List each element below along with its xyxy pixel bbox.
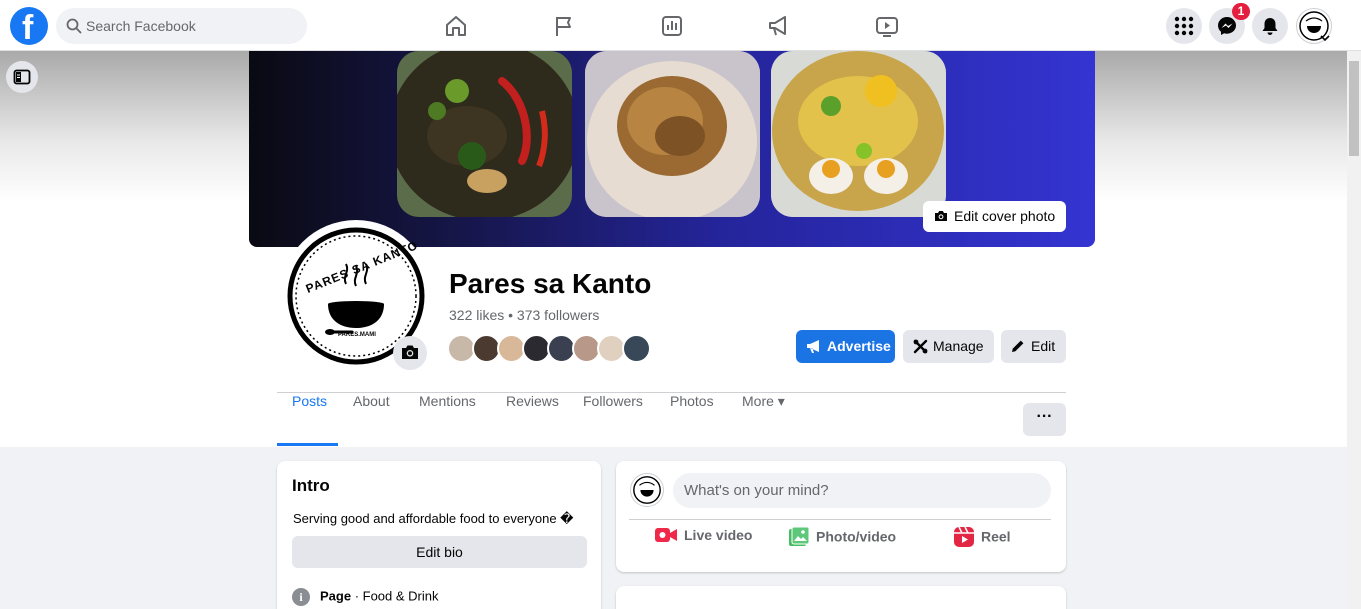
- active-tab-indicator: [277, 443, 338, 446]
- edit-cover-photo-button[interactable]: Edit cover photo: [923, 201, 1066, 232]
- pencil-icon: [1012, 340, 1024, 352]
- live-video-button[interactable]: Live video: [654, 527, 752, 563]
- update-profile-picture-button[interactable]: [393, 336, 427, 370]
- tab-about[interactable]: About: [353, 393, 390, 447]
- facebook-logo-letter: f: [22, 9, 34, 47]
- post-composer: Live video Photo/video Reel: [616, 461, 1066, 572]
- camera-icon: [402, 345, 418, 359]
- photo-video-button[interactable]: Photo/video: [788, 526, 897, 563]
- cover-dish-rice: [585, 51, 760, 217]
- tab-followers[interactable]: Followers: [583, 393, 643, 447]
- chevron-down-icon[interactable]: [1320, 34, 1330, 42]
- manage-label: Manage: [933, 338, 984, 354]
- search-box[interactable]: [56, 8, 307, 44]
- megaphone-icon: [807, 340, 819, 353]
- more-options-button[interactable]: ···: [1023, 403, 1066, 436]
- cover-dish-soup: [397, 51, 572, 217]
- intro-heading: Intro: [292, 476, 330, 495]
- search-input[interactable]: [86, 8, 296, 44]
- intro-bio-text: Serving good and affordable food to ever…: [293, 511, 574, 526]
- facebook-logo[interactable]: f: [10, 7, 48, 47]
- intro-page-category: i Page · Food & Drink: [292, 588, 439, 606]
- photo-icon: [789, 526, 810, 546]
- tab-mentions[interactable]: Mentions: [419, 393, 476, 447]
- reel-label: Reel: [981, 528, 1011, 545]
- menu-grid-button[interactable]: [1166, 8, 1202, 44]
- tab-posts[interactable]: Posts: [292, 393, 327, 447]
- live-video-label: Live video: [684, 527, 753, 543]
- page-likes-followers[interactable]: 322 likes • 373 followers: [449, 307, 599, 323]
- page-label: Page: [320, 588, 352, 604]
- tools-icon: [913, 339, 928, 354]
- live-video-icon: [655, 528, 677, 543]
- insights-icon[interactable]: [659, 13, 685, 39]
- video-icon[interactable]: [874, 13, 900, 39]
- search-icon: [66, 18, 82, 34]
- intro-card: Intro Serving good and affordable food t…: [277, 461, 601, 609]
- page-scrollbar[interactable]: [1347, 51, 1361, 609]
- sidebar-toggle-icon: [13, 69, 31, 85]
- camera-icon: [935, 211, 947, 221]
- whats-on-your-mind-input[interactable]: [673, 473, 1051, 508]
- edit-label: Edit: [1031, 338, 1056, 354]
- bell-icon: [1262, 18, 1278, 35]
- page-title: Pares sa Kanto: [449, 268, 652, 299]
- photo-video-label: Photo/video: [816, 528, 897, 545]
- messenger-notification-badge: 1: [1232, 3, 1250, 20]
- scrollbar-thumb[interactable]: [1349, 61, 1359, 156]
- edit-page-button[interactable]: Edit: [1001, 330, 1066, 363]
- edit-cover-photo-label: Edit cover photo: [954, 208, 1056, 224]
- reel-icon: [954, 526, 974, 547]
- page-tabs: Posts About Mentions Reviews Followers P…: [277, 393, 1066, 447]
- follower-avatar[interactable]: [622, 334, 651, 363]
- menu-grid-icon: [1174, 16, 1194, 36]
- home-icon[interactable]: [443, 13, 469, 39]
- tab-photos[interactable]: Photos: [670, 393, 714, 447]
- top-navigation-bar: f 1: [0, 0, 1361, 51]
- notifications-button[interactable]: [1252, 8, 1288, 44]
- flag-icon[interactable]: [551, 13, 577, 39]
- cover-dish-noodles: [771, 51, 946, 217]
- info-icon: i: [292, 588, 310, 606]
- tab-more[interactable]: More ▾: [742, 393, 785, 447]
- advertise-button[interactable]: Advertise: [796, 330, 895, 363]
- feed-card: [616, 586, 1066, 609]
- megaphone-icon[interactable]: [766, 13, 792, 39]
- composer-divider: [629, 519, 1051, 520]
- tab-reviews[interactable]: Reviews: [506, 393, 559, 447]
- manage-button[interactable]: Manage: [903, 330, 994, 363]
- profile-logo-text-bottom: PARES.MAMI: [338, 332, 376, 338]
- messenger-icon: [1218, 17, 1236, 35]
- advertise-label: Advertise: [827, 338, 891, 354]
- reel-button[interactable]: Reel: [953, 526, 1011, 563]
- sidebar-toggle-button[interactable]: [6, 61, 38, 93]
- composer-avatar[interactable]: [630, 473, 664, 507]
- edit-bio-button[interactable]: Edit bio: [292, 536, 587, 568]
- category-text: · Food & Drink: [351, 588, 439, 604]
